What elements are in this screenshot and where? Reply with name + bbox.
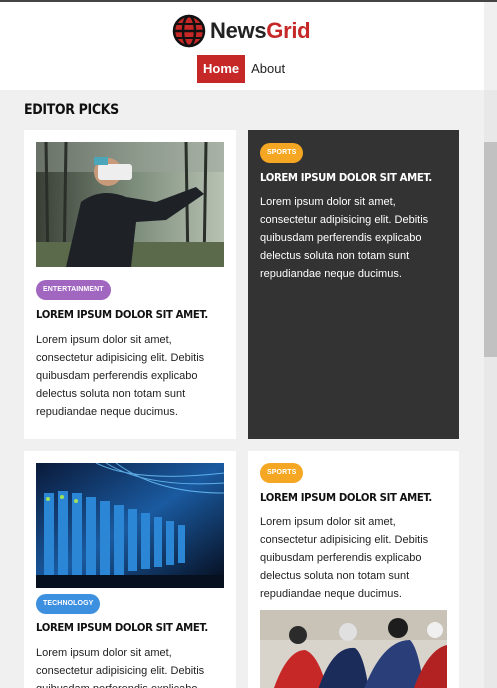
- article-title[interactable]: LOREM IPSUM DOLOR SIT AMET.: [260, 171, 432, 184]
- category-badge[interactable]: SPORTS: [260, 143, 304, 163]
- article-card-technology[interactable]: TECHNOLOGY LOREM IPSUM DOLOR SIT AMET. L…: [24, 451, 236, 688]
- article-excerpt: Lorem ipsum dolor sit amet, consectetur …: [36, 647, 205, 688]
- globe-icon: [172, 14, 206, 48]
- article-title[interactable]: LOREM IPSUM DOLOR SIT AMET.: [260, 491, 432, 504]
- nav-item-about[interactable]: About: [245, 55, 291, 83]
- brand-name: NewsGrid: [210, 18, 311, 44]
- article-card-sports[interactable]: SPORTS LOREM IPSUM DOLOR SIT AMET. Lorem…: [248, 451, 459, 688]
- article-excerpt: Lorem ipsum dolor sit amet, consectetur …: [260, 196, 429, 280]
- scrollbar-thumb[interactable]: [484, 142, 497, 357]
- site-header: NewsGrid Home About: [0, 2, 484, 90]
- category-badge[interactable]: ENTERTAINMENT: [36, 280, 111, 300]
- article-thumbnail[interactable]: [260, 610, 447, 688]
- article-title[interactable]: LOREM IPSUM DOLOR SIT AMET.: [36, 621, 208, 634]
- category-badge[interactable]: SPORTS: [260, 463, 304, 483]
- nav-item-home[interactable]: Home: [197, 55, 246, 83]
- article-card-entertainment[interactable]: ENTERTAINMENT LOREM IPSUM DOLOR SIT AMET…: [24, 130, 236, 439]
- article-card-sports-featured[interactable]: SPORTS LOREM IPSUM DOLOR SIT AMET. Lorem…: [248, 130, 459, 439]
- main-nav: Home About: [197, 55, 291, 83]
- site-logo[interactable]: NewsGrid: [172, 14, 311, 48]
- article-thumbnail[interactable]: [36, 142, 224, 267]
- category-badge[interactable]: TECHNOLOGY: [36, 594, 101, 614]
- article-excerpt: Lorem ipsum dolor sit amet, consectetur …: [36, 334, 205, 418]
- article-title[interactable]: LOREM IPSUM DOLOR SIT AMET.: [36, 308, 208, 321]
- brand-name-accent: Grid: [266, 18, 311, 43]
- vertical-scrollbar[interactable]: [484, 90, 497, 688]
- brand-name-main: News: [210, 18, 267, 43]
- article-thumbnail[interactable]: [36, 463, 224, 588]
- section-title: EDITOR PICKS: [24, 102, 119, 118]
- article-excerpt: Lorem ipsum dolor sit amet, consectetur …: [260, 516, 429, 600]
